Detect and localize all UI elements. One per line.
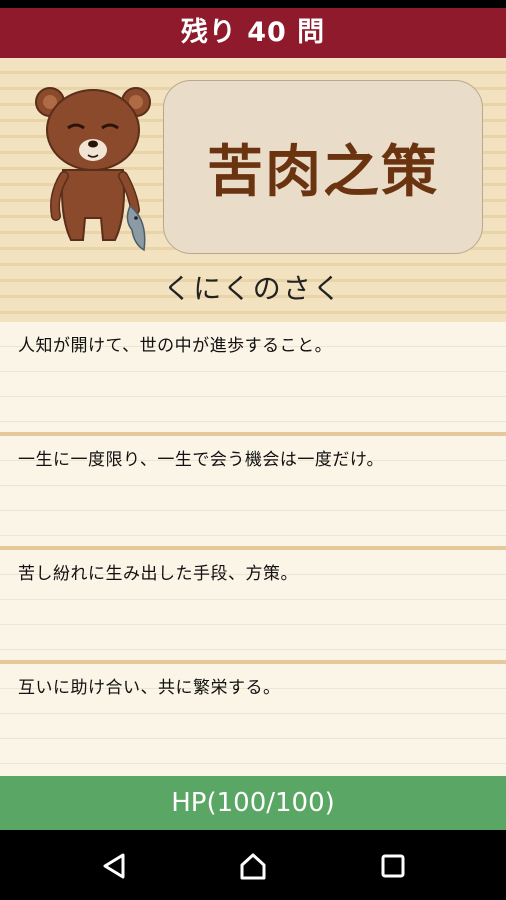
idiom-reading: くにくのさく (163, 272, 343, 305)
remaining-questions-header: 残り 40 問 (0, 8, 506, 58)
idiom-card: 苦肉之策 (163, 80, 483, 254)
choice-item-2[interactable]: 一生に一度限り、一生で会う機会は一度だけ。 (0, 436, 506, 550)
recents-square-icon (381, 854, 405, 878)
hp-bar: HP(100/100) (0, 776, 506, 830)
home-icon (240, 853, 266, 880)
question-area: 苦肉之策 くにくのさく (0, 58, 506, 322)
back-triangle-icon (103, 853, 125, 879)
home-button[interactable] (233, 848, 273, 884)
bear-mascot-icon (35, 87, 151, 252)
status-bar (0, 0, 506, 8)
choice-text: 人知が開けて、世の中が進歩すること。 (18, 336, 333, 356)
back-button[interactable] (94, 848, 134, 884)
answer-choices: 人知が開けて、世の中が進歩すること。 一生に一度限り、一生で会う機会は一度だけ。… (0, 322, 506, 776)
choice-item-1[interactable]: 人知が開けて、世の中が進歩すること。 (0, 322, 506, 436)
choice-item-3[interactable]: 苦し紛れに生み出した手段、方策。 (0, 550, 506, 664)
system-nav-bar (0, 830, 506, 900)
recents-button[interactable] (373, 848, 413, 884)
choice-text: 苦し紛れに生み出した手段、方策。 (18, 564, 298, 584)
choice-text: 互いに助け合い、共に繁栄する。 (18, 678, 281, 698)
choice-item-4[interactable]: 互いに助け合い、共に繁栄する。 (0, 664, 506, 776)
choice-text: 一生に一度限り、一生で会う機会は一度だけ。 (18, 450, 384, 470)
